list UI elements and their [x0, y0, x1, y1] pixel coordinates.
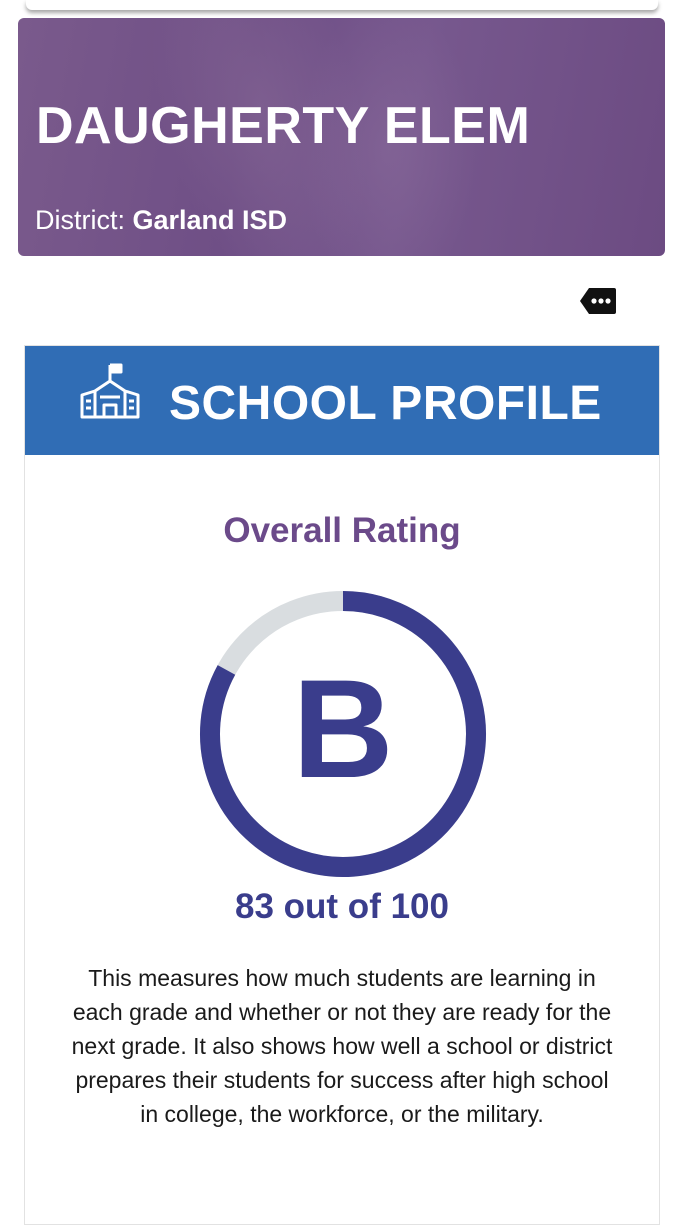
school-banner: DAUGHERTY ELEM District: Garland ISD: [18, 18, 665, 256]
district-value: Garland ISD: [132, 205, 288, 235]
more-options-button[interactable]: [579, 287, 617, 315]
rating-gauge: B: [200, 591, 486, 877]
school-profile-title: SCHOOL PROFILE: [169, 377, 602, 430]
school-profile-header: SCHOOL PROFILE: [25, 346, 659, 455]
score-text: 83 out of 100: [235, 887, 449, 926]
previous-card-edge: [26, 0, 658, 10]
school-building-icon: [80, 363, 140, 419]
rating-description: This measures how much students are lear…: [71, 965, 613, 1127]
school-name: DAUGHERTY ELEM: [36, 97, 531, 155]
more-horizontal-icon: [580, 288, 616, 314]
school-profile-card: SCHOOL PROFILE Overall Rating B 83 out o…: [24, 345, 660, 1225]
district-label: District:: [35, 205, 125, 235]
overall-rating-heading: Overall Rating: [223, 511, 461, 550]
grade-letter: B: [292, 650, 393, 807]
district-line: District: Garland ISD: [35, 205, 287, 236]
